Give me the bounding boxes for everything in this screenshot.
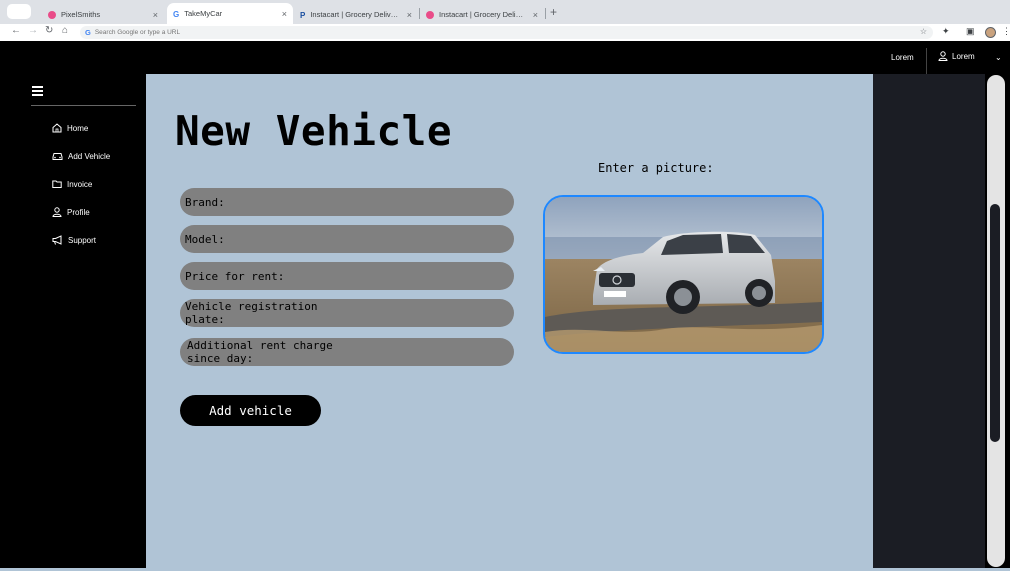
header-divider xyxy=(926,48,927,74)
car-icon xyxy=(52,153,63,160)
bookmark-star-icon[interactable]: ☆ xyxy=(920,27,927,36)
new-tab-button[interactable]: + xyxy=(550,5,557,19)
browser-toolbar: ← → ↻ ⌂ G ☆ ✦ ▣ ⋮ xyxy=(0,24,1010,41)
close-icon[interactable]: × xyxy=(533,10,538,20)
scrollbar-thumb[interactable] xyxy=(990,204,1000,442)
side-panel-icon[interactable]: ▣ xyxy=(966,26,975,37)
field-label: Additional rent charge since day: xyxy=(187,339,333,365)
browser-menu-icon[interactable]: ⋮ xyxy=(1002,26,1010,37)
profile-avatar-icon[interactable] xyxy=(985,27,996,38)
price-field[interactable]: Price for rent: xyxy=(180,262,514,290)
model-field[interactable]: Model: xyxy=(180,225,514,253)
additional-charge-input[interactable] xyxy=(367,345,514,359)
field-label: Price for rent: xyxy=(185,269,285,283)
additional-charge-field[interactable]: Additional rent charge since day: xyxy=(180,338,514,366)
app-header: Lorem Lorem ⌄ xyxy=(0,42,1010,74)
add-vehicle-button[interactable]: Add vehicle xyxy=(180,395,321,426)
browser-tab-pixelsmiths[interactable]: PixelSmiths × xyxy=(42,5,164,24)
vehicle-picture-upload[interactable] xyxy=(543,195,824,354)
sidebar-item-profile[interactable]: Profile xyxy=(52,207,90,217)
window-menu-button[interactable] xyxy=(7,4,31,19)
picture-label: Enter a picture: xyxy=(598,161,714,175)
google-icon: G xyxy=(85,28,91,37)
browser-tab-instacart-1[interactable]: P Instacart | Grocery Delivery or... × xyxy=(294,5,418,24)
user-icon xyxy=(938,51,948,61)
folder-icon xyxy=(52,180,62,188)
vehicle-photo xyxy=(545,197,822,352)
right-panel xyxy=(873,74,985,568)
home-browser-icon[interactable]: ⌂ xyxy=(62,25,68,36)
sidebar-item-support[interactable]: Support xyxy=(52,235,96,245)
new-vehicle-form: New Vehicle Brand: Model: Price for rent… xyxy=(146,74,873,568)
sidebar-item-label: Invoice xyxy=(67,179,93,189)
registration-plate-input[interactable] xyxy=(367,306,514,320)
megaphone-icon xyxy=(52,235,62,245)
page-title: New Vehicle xyxy=(175,107,453,155)
header-link[interactable]: Lorem xyxy=(891,53,914,62)
home-icon xyxy=(52,123,62,133)
sidebar: Home Add Vehicle Invoice Profile Support xyxy=(0,74,146,571)
registration-plate-field[interactable]: Vehicle registration plate: xyxy=(180,299,514,327)
chevron-down-icon[interactable]: ⌄ xyxy=(995,53,1002,62)
sidebar-item-label: Support xyxy=(68,235,97,245)
price-input[interactable] xyxy=(288,269,514,283)
field-label: Vehicle registration plate: xyxy=(185,300,318,326)
paypal-icon: P xyxy=(300,10,306,20)
address-bar[interactable]: G ☆ xyxy=(80,26,933,39)
close-icon[interactable]: × xyxy=(153,10,158,20)
user-name: Lorem xyxy=(952,51,975,61)
sidebar-item-home[interactable]: Home xyxy=(52,123,88,133)
extensions-icon[interactable]: ✦ xyxy=(942,26,950,37)
forward-arrow-icon[interactable]: → xyxy=(28,25,38,36)
back-arrow-icon[interactable]: ← xyxy=(11,25,21,36)
address-input[interactable] xyxy=(94,29,795,36)
browser-tab-takemycar[interactable]: G TakeMyCar × xyxy=(167,3,293,24)
sidebar-item-add-vehicle[interactable]: Add Vehicle xyxy=(52,151,110,161)
google-icon: G xyxy=(173,9,180,19)
sidebar-divider xyxy=(31,105,136,106)
tab-separator xyxy=(545,8,546,19)
reload-icon[interactable]: ↻ xyxy=(45,25,53,36)
hamburger-menu-icon[interactable] xyxy=(32,86,43,98)
sidebar-item-invoice[interactable]: Invoice xyxy=(52,179,92,189)
brand-input[interactable] xyxy=(228,195,514,209)
close-icon[interactable]: × xyxy=(407,10,412,20)
user-icon xyxy=(52,207,62,217)
sidebar-item-label: Add Vehicle xyxy=(68,151,111,161)
dribbble-icon xyxy=(426,10,434,19)
sidebar-item-label: Profile xyxy=(67,207,90,217)
field-label: Brand: xyxy=(185,195,225,209)
browser-tab-instacart-2[interactable]: Instacart | Grocery Delivery or... × xyxy=(420,5,544,24)
user-menu[interactable]: Lorem xyxy=(938,51,975,61)
browser-tab-bar: PixelSmiths × G TakeMyCar × P Instacart … xyxy=(0,0,1010,24)
dribbble-icon xyxy=(48,10,56,19)
model-input[interactable] xyxy=(228,232,514,246)
close-icon[interactable]: × xyxy=(282,9,287,19)
brand-field[interactable]: Brand: xyxy=(180,188,514,216)
sidebar-item-label: Home xyxy=(67,123,89,133)
field-label: Model: xyxy=(185,232,225,246)
